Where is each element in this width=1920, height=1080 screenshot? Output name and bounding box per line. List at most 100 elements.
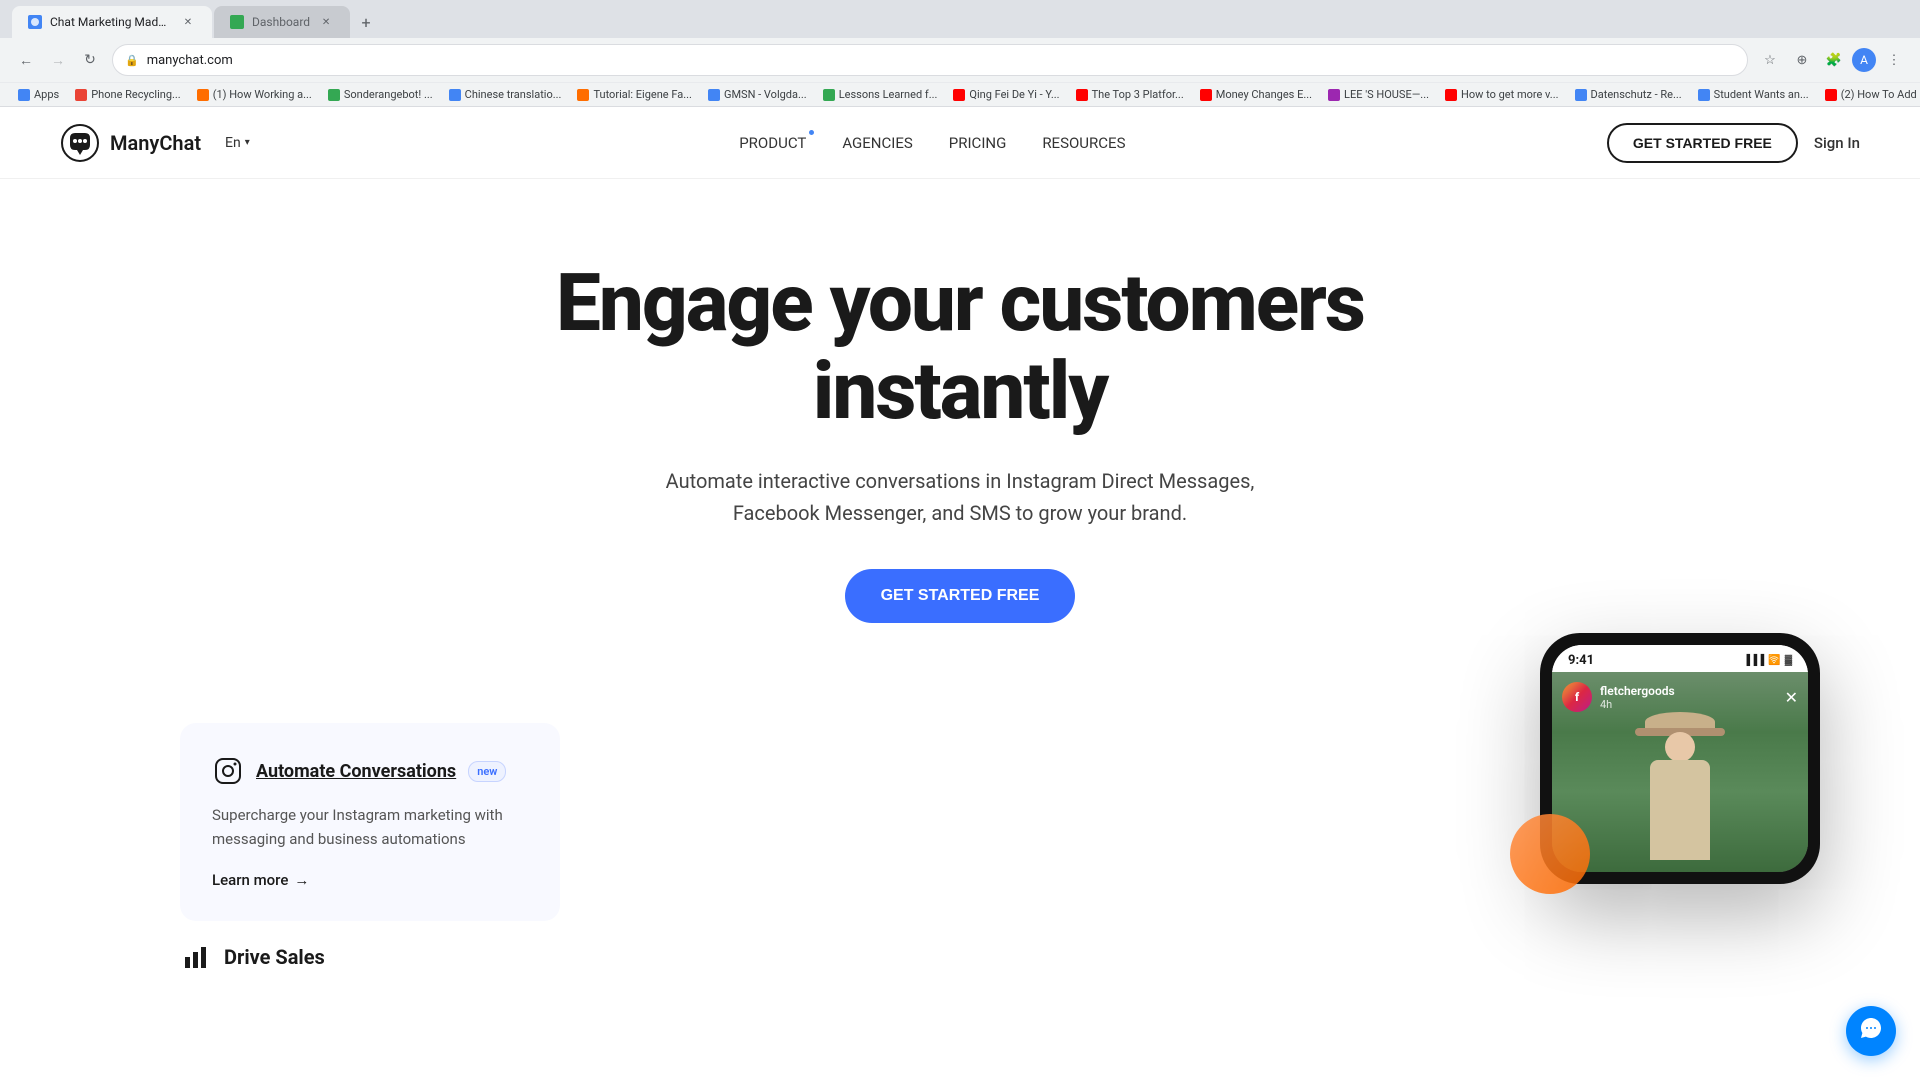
bookmark-12-icon bbox=[1445, 89, 1457, 101]
extension-button[interactable]: 🧩 bbox=[1820, 46, 1848, 74]
bookmark-13-label: Datenschutz - Re... bbox=[1591, 88, 1682, 101]
bookmarks-bar: Apps Phone Recycling... (1) How Working … bbox=[0, 82, 1920, 106]
card-description-automate: Supercharge your Instagram marketing wit… bbox=[212, 803, 528, 851]
site-logo[interactable]: ManyChat bbox=[60, 123, 201, 163]
bookmark-9-icon bbox=[1076, 89, 1088, 101]
bookmark-3-label: Sonderangebot! ... bbox=[344, 88, 433, 101]
battery-icon: ▓ bbox=[1785, 655, 1792, 666]
nav-resources[interactable]: RESOURCES bbox=[1042, 134, 1125, 152]
card-learn-more-link[interactable]: Learn more → bbox=[212, 871, 528, 889]
bookmark-7[interactable]: Lessons Learned f... bbox=[817, 86, 944, 103]
signal-icon: ▐▐▐ bbox=[1743, 655, 1764, 666]
nav-pricing-label: PRICING bbox=[949, 134, 1007, 152]
feature-card-automate: Automate Conversations new Supercharge y… bbox=[180, 723, 560, 921]
lang-selector[interactable]: En ▾ bbox=[217, 131, 258, 155]
site-nav: ManyChat En ▾ PRODUCT AGENCIES PRICING R… bbox=[0, 107, 1920, 179]
chart-icon bbox=[180, 941, 212, 973]
nav-product-label: PRODUCT bbox=[739, 134, 806, 152]
phone-story: f fletchergoods 4h ✕ bbox=[1552, 672, 1808, 872]
phone-status-bar: 9:41 ▐▐▐ 🛜 ▓ bbox=[1552, 645, 1808, 672]
nav-pricing[interactable]: PRICING bbox=[949, 134, 1007, 152]
bookmark-4-icon bbox=[449, 89, 461, 101]
bookmark-12[interactable]: How to get more v... bbox=[1439, 86, 1565, 103]
phone-mockup-container: 9:41 ▐▐▐ 🛜 ▓ bbox=[1540, 633, 1840, 884]
menu-button[interactable]: ⋮ bbox=[1880, 46, 1908, 74]
bookmark-11-icon bbox=[1328, 89, 1340, 101]
bookmark-10[interactable]: Money Changes E... bbox=[1194, 86, 1318, 103]
bookmark-1-icon bbox=[75, 89, 87, 101]
new-tab-button[interactable]: + bbox=[352, 8, 380, 36]
back-button[interactable]: ← bbox=[12, 46, 40, 74]
bookmark-3[interactable]: Sonderangebot! ... bbox=[322, 86, 439, 103]
hero-cta-button[interactable]: GET STARTED FREE bbox=[845, 569, 1076, 623]
nav-agencies[interactable]: AGENCIES bbox=[842, 134, 912, 152]
tab-title-active: Chat Marketing Made Easy w... bbox=[50, 15, 172, 29]
tab-inactive[interactable]: Dashboard ✕ bbox=[214, 6, 350, 38]
story-avatar: f bbox=[1562, 682, 1592, 712]
tab-favicon bbox=[28, 15, 42, 29]
tab-close-active[interactable]: ✕ bbox=[180, 14, 196, 30]
learn-more-text: Learn more bbox=[212, 871, 288, 889]
tab-title-inactive: Dashboard bbox=[252, 15, 310, 29]
bookmark-15[interactable]: (2) How To Add ... bbox=[1819, 86, 1920, 103]
bookmark-4-label: Chinese translatio... bbox=[465, 88, 562, 101]
phone-story-header: f fletchergoods 4h ✕ bbox=[1562, 682, 1798, 712]
hero-title-line1: Engage your customers bbox=[556, 256, 1364, 350]
bookmark-11-label: LEE 'S HOUSE—... bbox=[1344, 88, 1429, 101]
bookmark-11[interactable]: LEE 'S HOUSE—... bbox=[1322, 86, 1435, 103]
story-time: 4h bbox=[1600, 698, 1675, 711]
website-content: ManyChat En ▾ PRODUCT AGENCIES PRICING R… bbox=[0, 107, 1920, 993]
logo-icon bbox=[60, 123, 100, 163]
story-close-button[interactable]: ✕ bbox=[1785, 688, 1798, 707]
bookmark-1[interactable]: Phone Recycling... bbox=[69, 86, 186, 103]
refresh-button[interactable]: ↻ bbox=[76, 46, 104, 74]
drive-sales-label: Drive Sales bbox=[224, 945, 325, 969]
tab-active[interactable]: Chat Marketing Made Easy w... ✕ bbox=[12, 6, 212, 38]
nav-right: GET STARTED FREE Sign In bbox=[1607, 123, 1860, 163]
nav-sign-in-button[interactable]: Sign In bbox=[1814, 134, 1860, 152]
bookmark-13[interactable]: Datenschutz - Re... bbox=[1569, 86, 1688, 103]
bookmark-5-label: Tutorial: Eigene Fa... bbox=[593, 88, 692, 101]
bookmark-9[interactable]: The Top 3 Platfor... bbox=[1070, 86, 1190, 103]
bookmark-8-icon bbox=[953, 89, 965, 101]
bookmark-3-icon bbox=[328, 89, 340, 101]
story-username: fletchergoods bbox=[1600, 684, 1675, 698]
card-title-automate[interactable]: Automate Conversations bbox=[256, 761, 456, 782]
bookmark-8-label: Qing Fei De Yi - Y... bbox=[969, 88, 1059, 101]
bookmark-7-icon bbox=[823, 89, 835, 101]
phone-screen: 9:41 ▐▐▐ 🛜 ▓ bbox=[1552, 645, 1808, 872]
address-bar-row: ← → ↻ 🔒 manychat.com ☆ ⊕ 🧩 A ⋮ bbox=[0, 38, 1920, 82]
bookmark-14-label: Student Wants an... bbox=[1714, 88, 1809, 101]
bookmark-10-label: Money Changes E... bbox=[1216, 88, 1312, 101]
bookmark-4[interactable]: Chinese translatio... bbox=[443, 86, 568, 103]
bookmark-5[interactable]: Tutorial: Eigene Fa... bbox=[571, 86, 698, 103]
bookmark-2[interactable]: (1) How Working a... bbox=[191, 86, 318, 103]
bookmark-star[interactable]: ☆ bbox=[1756, 46, 1784, 74]
profile-button[interactable]: A bbox=[1852, 48, 1876, 72]
bookmark-15-icon bbox=[1825, 89, 1837, 101]
forward-button[interactable]: → bbox=[44, 46, 72, 74]
address-bar[interactable]: 🔒 manychat.com bbox=[112, 44, 1748, 76]
tab-close-inactive[interactable]: ✕ bbox=[318, 14, 334, 30]
nav-product-dot bbox=[809, 130, 814, 135]
hero-title-line2: instantly bbox=[813, 344, 1107, 438]
chat-widget[interactable] bbox=[1846, 1006, 1896, 1056]
bookmark-14[interactable]: Student Wants an... bbox=[1692, 86, 1815, 103]
drive-sales-section: Drive Sales bbox=[0, 921, 1920, 993]
learn-more-arrow: → bbox=[294, 871, 309, 889]
bookmark-1-label: Phone Recycling... bbox=[91, 88, 180, 101]
hero-subtitle: Automate interactive conversations in In… bbox=[650, 465, 1270, 529]
nav-get-started-button[interactable]: GET STARTED FREE bbox=[1607, 123, 1798, 163]
lock-icon: 🔒 bbox=[125, 54, 139, 67]
bookmark-8[interactable]: Qing Fei De Yi - Y... bbox=[947, 86, 1065, 103]
nav-product[interactable]: PRODUCT bbox=[739, 134, 806, 152]
hero-section: Engage your customers instantly Automate… bbox=[0, 179, 1920, 663]
nav-center: PRODUCT AGENCIES PRICING RESOURCES bbox=[739, 134, 1125, 152]
bookmark-6-label: GMSN - Volgda... bbox=[724, 88, 807, 101]
zoom-button[interactable]: ⊕ bbox=[1788, 46, 1816, 74]
story-user-info: fletchergoods 4h bbox=[1600, 684, 1675, 711]
bookmark-apps[interactable]: Apps bbox=[12, 86, 65, 103]
bookmark-15-label: (2) How To Add ... bbox=[1841, 88, 1920, 101]
bookmark-6[interactable]: GMSN - Volgda... bbox=[702, 86, 813, 103]
bookmark-7-label: Lessons Learned f... bbox=[839, 88, 938, 101]
